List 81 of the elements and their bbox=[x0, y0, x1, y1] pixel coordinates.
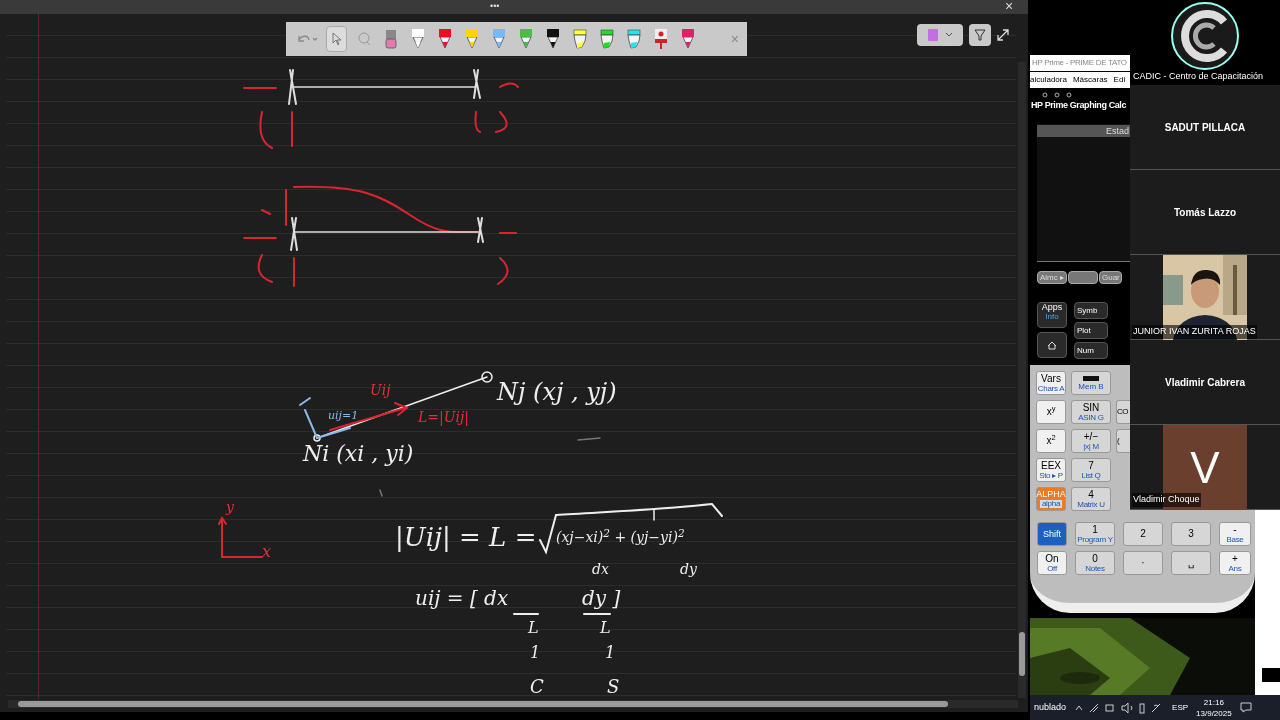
clock[interactable]: 21:16 13/9/2025 bbox=[1196, 696, 1232, 719]
handwritten-text: L=|Uij| bbox=[418, 410, 470, 424]
handwritten-text: C bbox=[530, 678, 544, 696]
eraser-icon bbox=[384, 29, 397, 49]
apps-key[interactable]: Apps Info bbox=[1037, 302, 1067, 328]
handwritten-text: Uij bbox=[370, 383, 391, 397]
vertical-scrollbar[interactable] bbox=[1018, 62, 1026, 698]
participant-name: Vladimir Choque bbox=[1132, 493, 1201, 507]
handwritten-text: 1 bbox=[605, 645, 616, 661]
notebook-color-button[interactable] bbox=[917, 24, 963, 46]
filter-button[interactable] bbox=[969, 24, 991, 46]
filter-icon bbox=[974, 29, 986, 41]
axes-drawing bbox=[218, 516, 263, 558]
weather-text: nublado bbox=[1034, 700, 1067, 714]
handwritten-text: (xj−xi)$^{2}$ + (yj−yi)$^{2}$ bbox=[556, 530, 685, 544]
menu-item[interactable]: Máscaras bbox=[1072, 74, 1108, 86]
calculator-key[interactable]: SIN ASIN G bbox=[1071, 400, 1111, 424]
handwritten-text: dy ] bbox=[582, 588, 621, 608]
calculator-key[interactable]: ( bbox=[1116, 429, 1130, 453]
language-indicator[interactable]: ESP bbox=[1172, 701, 1189, 714]
handwritten-text: L bbox=[528, 620, 539, 636]
calculator-key[interactable]: 3 bbox=[1171, 522, 1211, 546]
calculator-key[interactable]: Symb bbox=[1074, 302, 1108, 319]
menu-item[interactable]: alculadora bbox=[1030, 74, 1067, 86]
close-button[interactable]: × bbox=[1005, 0, 1014, 14]
battery-icon bbox=[1082, 375, 1100, 382]
calculator-key[interactable]: Plot bbox=[1074, 322, 1108, 339]
participant-name: Tomás Lazzo bbox=[1173, 205, 1236, 220]
handwritten-text: |Uij| = L = bbox=[395, 524, 537, 550]
home-icon bbox=[1047, 340, 1057, 350]
handwritten-text: Ni (xi , yi) bbox=[303, 443, 414, 465]
participant-name: JUNIOR IVAN ZURITA ROJAS bbox=[1132, 325, 1257, 339]
calculator-key[interactable]: x$^{y}$ bbox=[1036, 400, 1066, 424]
select-tool[interactable] bbox=[326, 26, 347, 52]
handwritten-text: S bbox=[607, 678, 620, 696]
expand-icon[interactable] bbox=[997, 29, 1009, 41]
calculator-key[interactable]: Vars Chars A bbox=[1036, 371, 1066, 395]
menu-dots[interactable]: ••• bbox=[490, 0, 500, 12]
handwritten-text: uij = [ dx bbox=[415, 588, 509, 608]
softkey[interactable]: Guar bbox=[1099, 271, 1122, 284]
window-title: HP Prime - PRIME DE TATO bbox=[1032, 57, 1127, 69]
handwritten-text: dx bbox=[592, 562, 609, 576]
calculator-key[interactable]: CO bbox=[1116, 400, 1130, 424]
cursor-icon bbox=[331, 32, 342, 46]
participant-name: SADUT PILLACA bbox=[1164, 120, 1246, 135]
handwritten-text: y bbox=[226, 500, 234, 514]
calculator-key[interactable]: 1 Program Y bbox=[1075, 522, 1115, 546]
calculator-key[interactable]: · bbox=[1123, 551, 1163, 575]
calculator-key[interactable]: 7 List Q bbox=[1071, 458, 1111, 482]
calculator-key[interactable]: x$^{2}$ bbox=[1036, 429, 1066, 453]
calculator-key[interactable]: Shift bbox=[1037, 522, 1067, 546]
notification-icon[interactable] bbox=[1239, 702, 1252, 713]
handwritten-text: 1 bbox=[530, 645, 541, 661]
calculator-key[interactable]: 2 bbox=[1123, 522, 1163, 546]
handwritten-text: L bbox=[600, 620, 611, 636]
menu-item[interactable]: Edi bbox=[1113, 74, 1126, 86]
participant-name: Vladimir Cabrera bbox=[1164, 375, 1245, 390]
calculator-key[interactable]: ␣ bbox=[1171, 551, 1211, 575]
calculator-key[interactable]: - Base bbox=[1219, 522, 1251, 546]
calculator-key[interactable]: Mem B bbox=[1071, 371, 1111, 395]
avatar-initial: V bbox=[1190, 445, 1220, 490]
participant-name: CADIC - Centro de Capacitación bbox=[1133, 70, 1264, 83]
handwritten-text: x bbox=[262, 544, 272, 560]
handwritten-text: dy bbox=[680, 562, 697, 576]
horizontal-scrollbar[interactable] bbox=[8, 700, 1018, 708]
calculator-key[interactable]: 0 Notes bbox=[1075, 551, 1115, 575]
handwritten-text: uij=1 bbox=[328, 410, 359, 421]
screen-header: Estad bbox=[1106, 125, 1129, 137]
softkey[interactable] bbox=[1068, 271, 1098, 284]
chevron-down-icon bbox=[945, 32, 953, 38]
calculator-key[interactable]: +/− |x| M bbox=[1071, 429, 1111, 453]
calculator-key[interactable]: Num bbox=[1074, 342, 1108, 359]
calculator-key[interactable]: + Ans bbox=[1219, 551, 1251, 575]
calculator-key[interactable]: ALPHA alpha bbox=[1036, 487, 1066, 511]
calculator-key[interactable]: 4 Matrix U bbox=[1071, 487, 1111, 511]
calculator-key[interactable]: EEX Sto ▸ P bbox=[1036, 458, 1066, 482]
handwritten-text: Nj (xj , yj) bbox=[497, 380, 617, 404]
lasso-icon bbox=[356, 32, 371, 46]
home-key[interactable] bbox=[1037, 332, 1067, 358]
calculator-model: HP Prime Graphing Calc bbox=[1031, 99, 1127, 112]
calculator-key[interactable]: On Off bbox=[1037, 551, 1067, 575]
